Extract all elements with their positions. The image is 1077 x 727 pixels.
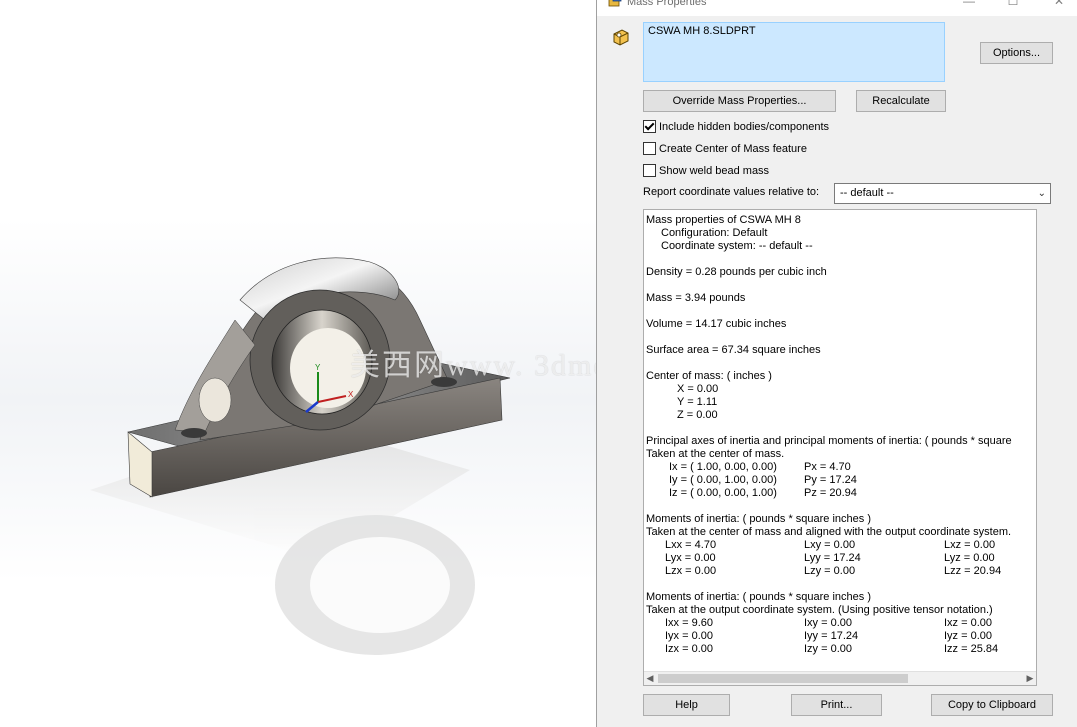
help-button[interactable]: Help bbox=[643, 694, 730, 716]
create-com-checkbox[interactable] bbox=[643, 142, 656, 155]
include-hidden-checkbox[interactable] bbox=[643, 120, 656, 133]
chevron-down-icon: ⌄ bbox=[1037, 188, 1046, 199]
mass-properties-app-icon bbox=[608, 0, 622, 7]
coordinate-system-line: Coordinate system: -- default -- bbox=[661, 240, 813, 252]
mass-line: Mass = 3.94 pounds bbox=[646, 292, 746, 304]
copy-to-clipboard-button[interactable]: Copy to Clipboard bbox=[931, 694, 1053, 716]
volume-line: Volume = 14.17 cubic inches bbox=[646, 318, 787, 330]
part-file-icon bbox=[613, 29, 629, 46]
minimize-button[interactable]: — bbox=[959, 0, 979, 8]
com-y-line: Y = 1.11 bbox=[677, 396, 718, 408]
rib-hole bbox=[198, 377, 232, 423]
moi-output-cell: Izx = 0.00 bbox=[665, 643, 714, 655]
coordinate-system-dropdown[interactable]: -- default -- ⌄ bbox=[834, 183, 1051, 204]
recalculate-button[interactable]: Recalculate bbox=[856, 90, 946, 112]
principal-axis-iz: Iz = ( 0.00, 0.00, 1.00) bbox=[669, 487, 777, 499]
principal-moment-pz: Pz = 20.94 bbox=[804, 487, 857, 499]
moi-output-cell: Izy = 0.00 bbox=[804, 643, 853, 655]
mass-properties-dialog: Mass Properties — ☐ ✕ CSWA MH 8.SLDPRT O… bbox=[596, 0, 1077, 727]
moi-com-cell: Lyy = 17.24 bbox=[804, 552, 861, 564]
moi-output-cell: Ixx = 9.60 bbox=[665, 617, 714, 629]
moi-output-cell: Iyx = 0.00 bbox=[665, 630, 714, 642]
com-x-line: X = 0.00 bbox=[677, 383, 719, 395]
override-mass-properties-button[interactable]: Override Mass Properties... bbox=[643, 90, 836, 112]
show-weld-checkbox[interactable] bbox=[643, 164, 656, 177]
principal-axes-subheader: Taken at the center of mass. bbox=[646, 448, 785, 460]
results-text-area[interactable]: Mass properties of CSWA MH 8 Configurati… bbox=[643, 209, 1037, 686]
horizontal-scrollbar[interactable]: ◀ ▶ bbox=[644, 671, 1036, 685]
print-button[interactable]: Print... bbox=[791, 694, 882, 716]
selected-file-name[interactable]: CSWA MH 8.SLDPRT bbox=[648, 25, 756, 37]
close-button[interactable]: ✕ bbox=[1049, 0, 1069, 8]
coordinate-system-label: Report coordinate values relative to: bbox=[643, 186, 820, 198]
selected-items-list[interactable]: CSWA MH 8.SLDPRT bbox=[643, 22, 945, 82]
window-title: Mass Properties bbox=[627, 0, 707, 8]
moi-com-cell: Lxx = 4.70 bbox=[665, 539, 717, 551]
surface-area-line: Surface area = 67.34 square inches bbox=[646, 344, 821, 356]
include-hidden-label[interactable]: Include hidden bodies/components bbox=[659, 120, 829, 134]
moi-output-header: Moments of inertia: ( pounds * square in… bbox=[646, 591, 872, 603]
bolt-hole-left bbox=[181, 428, 207, 438]
title-bar[interactable]: Mass Properties — ☐ ✕ bbox=[597, 0, 1077, 16]
moi-com-cell: Lyx = 0.00 bbox=[665, 552, 716, 564]
moi-com-cell: Lzy = 0.00 bbox=[804, 565, 856, 577]
scroll-left-icon[interactable]: ◀ bbox=[644, 672, 656, 685]
options-button[interactable]: Options... bbox=[980, 42, 1053, 64]
watermark-text: 美西网www. 3dmo bbox=[350, 349, 596, 382]
moi-com-subheader: Taken at the center of mass and aligned … bbox=[646, 526, 1012, 538]
triad-x-label: X bbox=[348, 390, 354, 399]
moi-output-subheader: Taken at the output coordinate system. (… bbox=[646, 604, 993, 616]
moi-output-cell: Ixy = 0.00 bbox=[804, 617, 853, 629]
principal-axes-header: Principal axes of inertia and principal … bbox=[646, 435, 1012, 447]
results-header: Mass properties of CSWA MH 8 bbox=[646, 214, 801, 226]
com-z-line: Z = 0.00 bbox=[677, 409, 718, 421]
configuration-line: Configuration: Default bbox=[661, 227, 768, 239]
moi-output-cell: Izz = 25.84 bbox=[944, 643, 999, 655]
moi-com-header: Moments of inertia: ( pounds * square in… bbox=[646, 513, 872, 525]
moi-com-cell: Lzx = 0.00 bbox=[665, 565, 717, 577]
moi-com-cell: Lzz = 20.94 bbox=[944, 565, 1002, 577]
graphics-viewport[interactable]: Y X 美西网www. 3dmo bbox=[0, 0, 596, 727]
moi-com-cell: Lxy = 0.00 bbox=[804, 539, 856, 551]
scroll-right-icon[interactable]: ▶ bbox=[1024, 672, 1036, 685]
principal-axis-iy: Iy = ( 0.00, 1.00, 0.00) bbox=[669, 474, 777, 486]
triad-y-label: Y bbox=[315, 363, 321, 372]
scrollbar-thumb[interactable] bbox=[658, 674, 908, 683]
maximize-button[interactable]: ☐ bbox=[1003, 0, 1023, 8]
coordinate-system-value: -- default -- bbox=[840, 187, 894, 199]
moi-output-cell: Ixz = 0.00 bbox=[944, 617, 993, 629]
principal-moment-px: Px = 4.70 bbox=[804, 461, 851, 473]
moi-output-cell: Iyz = 0.00 bbox=[944, 630, 993, 642]
moi-com-cell: Lxz = 0.00 bbox=[944, 539, 996, 551]
principal-axis-ix: Ix = ( 1.00, 0.00, 0.00) bbox=[669, 461, 777, 473]
moi-output-cell: Iyy = 17.24 bbox=[804, 630, 859, 642]
moi-com-cell: Lyz = 0.00 bbox=[944, 552, 995, 564]
show-weld-label[interactable]: Show weld bead mass bbox=[659, 164, 769, 178]
center-of-mass-header: Center of mass: ( inches ) bbox=[646, 370, 772, 382]
create-com-label[interactable]: Create Center of Mass feature bbox=[659, 142, 807, 156]
density-line: Density = 0.28 pounds per cubic inch bbox=[646, 266, 827, 278]
results-content: Mass properties of CSWA MH 8 Configurati… bbox=[646, 212, 1036, 671]
principal-moment-py: Py = 17.24 bbox=[804, 474, 857, 486]
